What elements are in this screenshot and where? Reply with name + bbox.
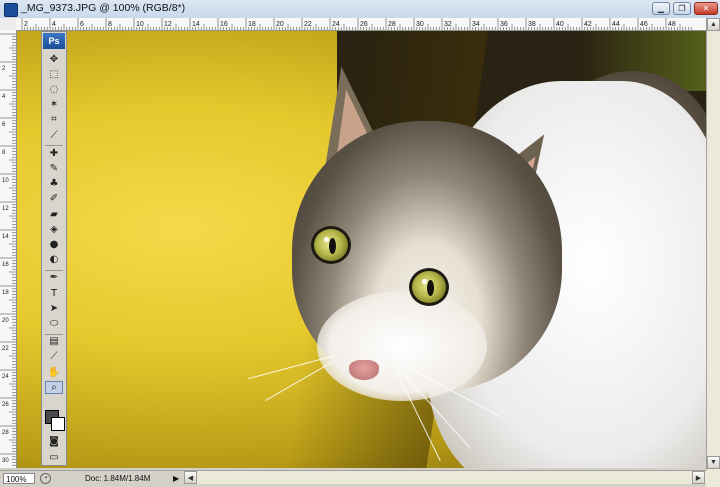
cat-left-eye xyxy=(311,226,351,264)
minimize-button[interactable]: ▁ xyxy=(652,2,670,15)
ruler-label: 6 xyxy=(2,122,6,128)
ruler-label: 16 xyxy=(2,262,9,268)
move-tool-icon[interactable]: ✥ xyxy=(45,53,63,66)
photoshop-logo[interactable]: Ps xyxy=(43,33,65,49)
ruler-label: 2 xyxy=(24,21,28,28)
ruler-label: 8 xyxy=(108,21,112,28)
ruler-label: 18 xyxy=(2,290,9,296)
notes-tool-icon[interactable]: ▤ xyxy=(45,336,63,349)
eraser-tool-icon[interactable]: ▰ xyxy=(45,208,63,221)
ruler-label: 14 xyxy=(192,21,200,28)
ruler-label: 12 xyxy=(164,21,172,28)
minimize-icon: ▁ xyxy=(657,4,665,13)
scroll-right-arrow-icon[interactable]: ▶ xyxy=(692,471,705,484)
ruler-label: 22 xyxy=(2,346,9,352)
zoom-level-field[interactable]: 100% xyxy=(3,473,35,484)
eyedropper-tool-icon[interactable]: ⟋ xyxy=(45,351,63,364)
ruler-label: 4 xyxy=(2,94,6,100)
tool-separator xyxy=(45,333,63,335)
cat-nose xyxy=(349,360,379,380)
scroll-up-arrow-icon[interactable]: ▲ xyxy=(707,18,720,31)
shape-tool-icon[interactable]: ⬭ xyxy=(45,317,63,330)
clone-stamp-tool-icon[interactable]: ♣ xyxy=(45,178,63,191)
ruler-label: 10 xyxy=(136,21,144,28)
document-title: _MG_9373.JPG @ 100% (RGB/8*) xyxy=(21,2,186,14)
ruler-label: 12 xyxy=(2,206,9,212)
ruler-label: 14 xyxy=(2,234,9,240)
screen-mode-icon[interactable]: ▭ xyxy=(45,451,63,464)
horizontal-ruler[interactable]: 2 4 6 8 10 12 14 16 18 20 22 24 26 28 30 32 34 36 38 40 42 44… xyxy=(16,18,706,31)
photoshop-document-icon xyxy=(4,3,18,17)
ruler-label: 38 xyxy=(528,21,536,28)
ruler-label: 4 xyxy=(52,21,56,28)
ruler-label: 44 xyxy=(612,21,620,28)
marquee-tool-icon[interactable]: ⬚ xyxy=(45,68,63,81)
cat-right-eye xyxy=(409,268,449,306)
quick-mask-icon[interactable]: ◙ xyxy=(45,435,63,448)
ruler-label: 24 xyxy=(332,21,340,28)
ruler-label: 20 xyxy=(276,21,284,28)
close-icon: ✕ xyxy=(702,4,710,13)
ruler-label: 10 xyxy=(2,178,9,184)
pen-tool-icon[interactable]: ✒ xyxy=(45,272,63,285)
ruler-label: 8 xyxy=(2,150,6,156)
status-info-icon[interactable]: ◔ xyxy=(40,473,51,484)
ruler-label: 2 xyxy=(2,66,6,72)
background-color-swatch[interactable] xyxy=(51,417,65,431)
title-bar[interactable]: _MG_9373.JPG @ 100% (RGB/8*) ▁ ❐ ✕ xyxy=(0,0,720,19)
type-tool-icon[interactable]: T xyxy=(45,287,63,300)
tool-separator xyxy=(45,145,63,147)
restore-icon: ❐ xyxy=(678,4,686,13)
ruler-label: 42 xyxy=(584,21,592,28)
image-canvas[interactable] xyxy=(17,31,706,468)
dodge-tool-icon[interactable]: ◐ xyxy=(45,254,63,267)
vertical-ruler[interactable]: 24681012141618202224262830 xyxy=(0,30,17,468)
scroll-down-arrow-icon[interactable]: ▼ xyxy=(707,456,720,469)
close-button[interactable]: ✕ xyxy=(694,2,718,15)
paint-bucket-tool-icon[interactable]: ◈ xyxy=(45,223,63,236)
zoom-tool-icon[interactable]: ⌕ xyxy=(45,381,63,395)
restore-button[interactable]: ❐ xyxy=(673,2,691,15)
status-bar: 100% ◔ Doc: 1.84M/1.84M ▶ xyxy=(0,470,184,487)
vertical-scrollbar[interactable]: ▲ ▼ xyxy=(706,18,720,470)
ruler-label: 34 xyxy=(472,21,480,28)
horizontal-scrollbar[interactable]: ◀ ▶ xyxy=(184,470,706,484)
ruler-label: 32 xyxy=(444,21,452,28)
status-menu-arrow-icon[interactable]: ▶ xyxy=(173,474,179,483)
ruler-label: 16 xyxy=(220,21,228,28)
ruler-label: 20 xyxy=(2,318,9,324)
hand-tool-icon[interactable]: ✋ xyxy=(45,366,63,379)
blur-tool-icon[interactable]: ● xyxy=(45,238,63,251)
document-size-info: Doc: 1.84M/1.84M xyxy=(85,474,151,483)
resize-grip[interactable] xyxy=(706,470,720,487)
ruler-label: 46 xyxy=(640,21,648,28)
slice-tool-icon[interactable]: ⟋ xyxy=(45,129,63,142)
history-brush-tool-icon[interactable]: ✐ xyxy=(45,193,63,206)
tool-separator xyxy=(45,269,63,271)
path-selection-tool-icon[interactable]: ➤ xyxy=(45,302,63,315)
magic-wand-tool-icon[interactable]: ✶ xyxy=(45,99,63,112)
ruler-label: 28 xyxy=(388,21,396,28)
ruler-label: 40 xyxy=(556,21,564,28)
ruler-label: 24 xyxy=(2,374,9,380)
ruler-label: 26 xyxy=(2,402,9,408)
tools-palette: Ps ✥ ⬚ ◌ ✶ ⌗ ⟋ ✚ ✎ ♣ ✐ ▰ ◈ ● ◐ ✒ T ➤ ⬭ ▤ ⟋ ✋ ⌕ ◙ ▭ xyxy=(41,31,67,466)
crop-tool-icon[interactable]: ⌗ xyxy=(45,114,63,127)
ruler-label: 22 xyxy=(304,21,312,28)
scroll-left-arrow-icon[interactable]: ◀ xyxy=(184,471,197,484)
ruler-label: 36 xyxy=(500,21,508,28)
lasso-tool-icon[interactable]: ◌ xyxy=(45,83,63,96)
ruler-label: 48 xyxy=(668,21,676,28)
ruler-label: 30 xyxy=(416,21,424,28)
ruler-label: 28 xyxy=(2,430,9,436)
ruler-label: 6 xyxy=(80,21,84,28)
healing-brush-tool-icon[interactable]: ✚ xyxy=(45,147,63,160)
ruler-label: 26 xyxy=(360,21,368,28)
ruler-label: 18 xyxy=(248,21,256,28)
ruler-label: 30 xyxy=(2,458,9,464)
brush-tool-icon[interactable]: ✎ xyxy=(45,162,63,175)
